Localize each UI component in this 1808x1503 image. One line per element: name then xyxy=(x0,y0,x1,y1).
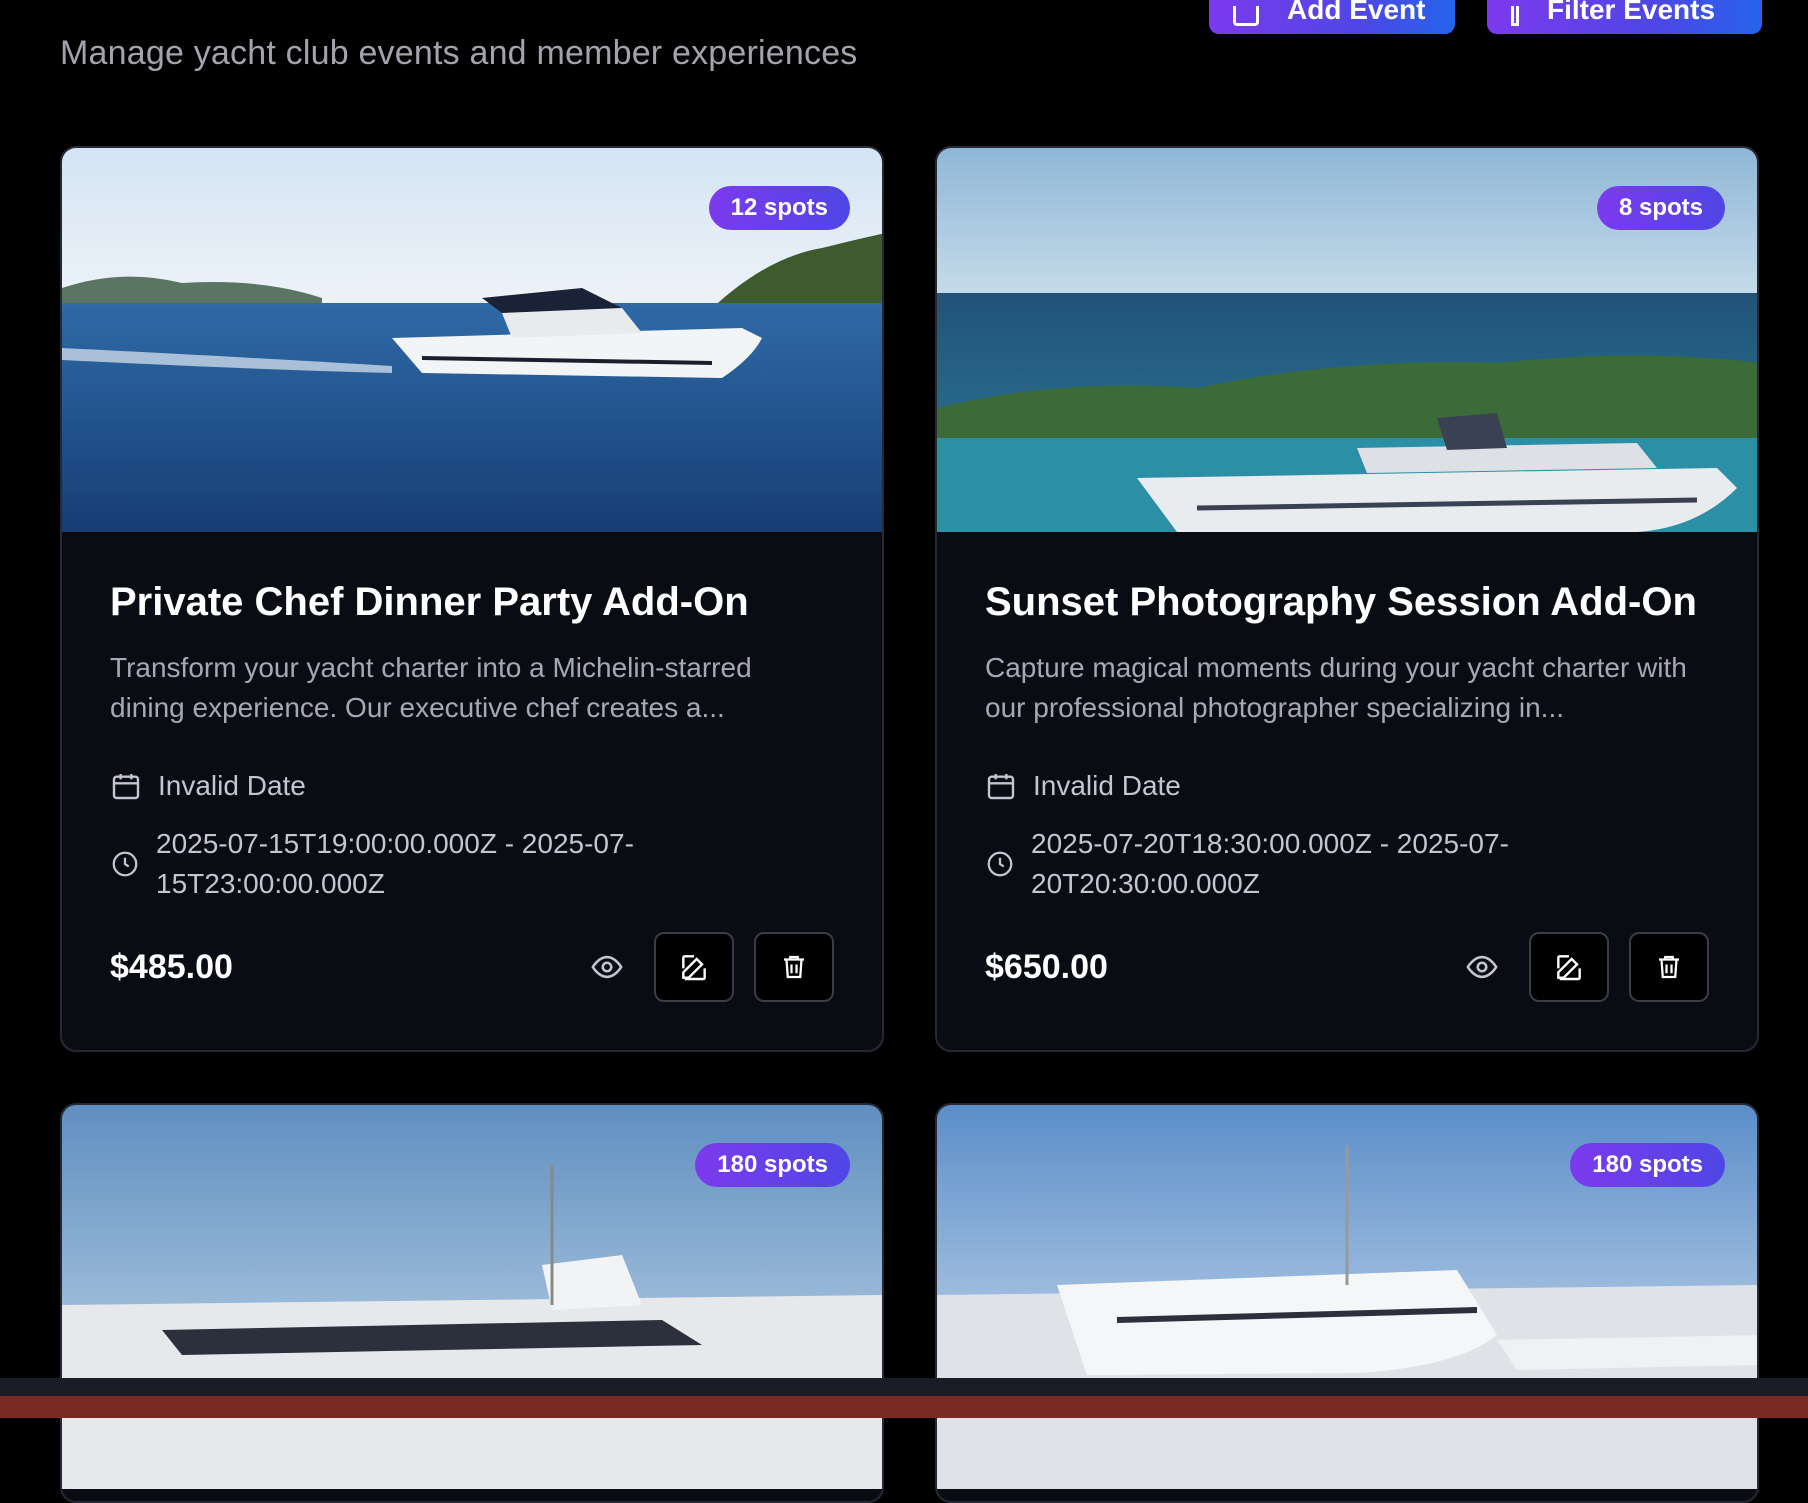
calendar-icon xyxy=(987,774,1015,800)
add-event-button[interactable]: Add Event xyxy=(1209,0,1455,34)
taskbar xyxy=(0,1396,1808,1418)
event-description: Capture magical moments during your yach… xyxy=(985,652,1687,723)
edit-button[interactable] xyxy=(654,932,734,1002)
spots-badge: 12 spots xyxy=(708,186,850,230)
eye-icon xyxy=(591,955,623,979)
clock-icon xyxy=(987,851,1013,877)
edit-icon xyxy=(682,955,706,981)
event-card[interactable]: 180 spots xyxy=(60,1103,884,1503)
event-price: $485.00 xyxy=(110,948,233,986)
event-card[interactable]: 12 spots Private Chef Dinner Party Add-O… xyxy=(60,146,884,1052)
event-time: 2025-07-15T19:00:00.000Z - 2025-07-15T23… xyxy=(110,824,716,904)
event-time-text: 2025-07-15T19:00:00.000Z - 2025-07-15T23… xyxy=(156,828,634,899)
filter-icon xyxy=(1511,6,1519,26)
spots-badge: 180 spots xyxy=(695,1143,850,1187)
edit-button[interactable] xyxy=(1529,932,1609,1002)
view-button[interactable] xyxy=(1457,942,1507,992)
event-time: 2025-07-20T18:30:00.000Z - 2025-07-20T20… xyxy=(985,824,1591,904)
calendar-icon xyxy=(112,774,140,800)
clock-icon xyxy=(112,851,138,877)
spots-badge: 180 spots xyxy=(1570,1143,1725,1187)
edit-icon xyxy=(1557,955,1581,981)
event-time-text: 2025-07-20T18:30:00.000Z - 2025-07-20T20… xyxy=(1031,828,1509,899)
filter-events-button[interactable]: Filter Events xyxy=(1487,0,1762,34)
calendar-plus-icon xyxy=(1233,6,1259,26)
event-date-text: Invalid Date xyxy=(158,770,306,801)
event-description: Transform your yacht charter into a Mich… xyxy=(110,652,752,723)
eye-icon xyxy=(1466,955,1498,979)
event-date-text: Invalid Date xyxy=(1033,770,1181,801)
event-date: Invalid Date xyxy=(110,770,306,802)
delete-button[interactable] xyxy=(1629,932,1709,1002)
event-date: Invalid Date xyxy=(985,770,1181,802)
view-button[interactable] xyxy=(582,942,632,992)
page-subtitle: Manage yacht club events and member expe… xyxy=(60,34,858,72)
event-price: $650.00 xyxy=(985,948,1108,986)
trash-icon xyxy=(784,955,804,979)
event-card[interactable]: 8 spots Sunset Photography Session Add-O… xyxy=(935,146,1759,1052)
spots-badge: 8 spots xyxy=(1596,186,1725,230)
event-card[interactable]: 180 spots xyxy=(935,1103,1759,1503)
event-title: Private Chef Dinner Party Add-On xyxy=(110,580,749,624)
trash-icon xyxy=(1659,955,1679,979)
delete-button[interactable] xyxy=(754,932,834,1002)
event-title: Sunset Photography Session Add-On xyxy=(985,580,1697,624)
